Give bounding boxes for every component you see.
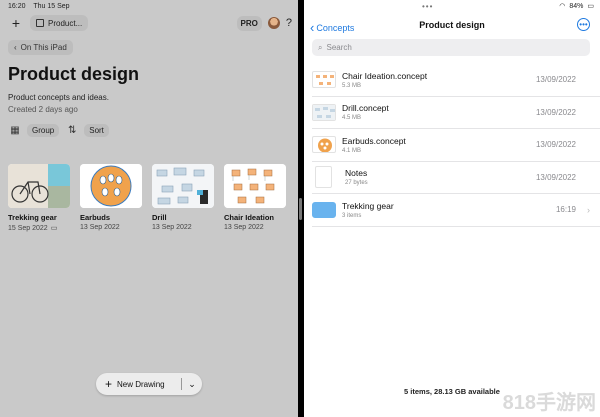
card-name: Trekking gear	[8, 213, 57, 222]
pro-button[interactable]: PRO	[236, 15, 262, 31]
folder-title: Product design	[419, 20, 485, 30]
file-date: 13/09/2022	[535, 172, 576, 182]
trekking-gear-thumbnail	[8, 164, 70, 208]
file-row[interactable]: Chair Ideation.concept 5.3 MB 13/09/2022	[312, 64, 600, 97]
folder-item-count: 3 items	[342, 212, 362, 219]
search-placeholder: Search	[326, 43, 352, 52]
document-tab[interactable]: Product...	[30, 15, 89, 31]
app-toolbar: + Product... PRO ?	[6, 14, 292, 32]
status-bar-right: ◠ 84% ▭	[559, 2, 594, 11]
file-thumbnail	[312, 103, 336, 121]
file-date: 13/09/2022	[535, 75, 576, 85]
sidebar-icon	[36, 19, 44, 27]
file-thumbnail	[312, 136, 336, 154]
project-description: Product concepts and ideas.	[8, 93, 109, 102]
grid-icon: ▦	[10, 125, 20, 136]
file-date: 13/09/2022	[535, 107, 576, 117]
search-icon: ⌕	[318, 42, 323, 52]
file-size: 5.3 MB	[342, 82, 362, 89]
sort-arrows-icon: ⇅	[68, 125, 77, 136]
folder-row[interactable]: Trekking gear 3 items 16:19 ›	[312, 194, 600, 227]
page-title: Product design	[8, 64, 140, 84]
more-options-icon[interactable]: •••	[577, 18, 590, 31]
file-row[interactable]: Notes 27 bytes 13/09/2022	[312, 162, 600, 194]
status-date: Thu 15 Sep	[33, 3, 70, 10]
file-row[interactable]: Earbuds.concept 4.1 MB 13/09/2022	[312, 129, 600, 162]
status-time: 16:20	[8, 3, 26, 10]
card-date: 13 Sep 2022	[152, 224, 192, 231]
folder-name: Trekking gear	[342, 200, 394, 211]
file-row[interactable]: Drill.concept 4.5 MB 13/09/2022	[312, 97, 600, 129]
status-bar: 16:20 Thu 15 Sep	[8, 3, 76, 10]
document-tab-label: Product...	[48, 18, 83, 28]
created-date: Created 2 days ago	[8, 105, 78, 114]
file-name: Chair Ideation.concept	[342, 70, 428, 81]
breadcrumb[interactable]: ‹ On This iPad	[8, 40, 73, 55]
drawing-card[interactable]: Chair Ideation 13 Sep 2022	[224, 164, 286, 232]
earbuds-thumbnail	[80, 164, 142, 208]
files-app-pane: ••• ◠ 84% ▭ ‹ Concepts Product design ••…	[304, 0, 600, 417]
file-name: Drill.concept	[342, 103, 389, 114]
drawing-card[interactable]: Drill 13 Sep 2022	[152, 164, 214, 232]
folder-icon	[312, 201, 336, 218]
file-date: 16:19	[555, 205, 576, 215]
new-drawing-label: New Drawing	[117, 379, 165, 389]
help-button[interactable]: ?	[286, 17, 292, 29]
battery-icon: ▭	[587, 3, 594, 10]
group-button[interactable]: ▦ Group	[8, 124, 60, 137]
card-date-text: 15 Sep 2022	[8, 224, 48, 232]
file-date: 13/09/2022	[535, 140, 576, 150]
add-icon[interactable]: +	[6, 14, 26, 32]
breadcrumb-label: On This iPad	[20, 43, 67, 52]
search-field[interactable]: ⌕ Search	[312, 39, 590, 56]
new-drawing-button[interactable]: + New Drawing ⌄	[96, 373, 202, 395]
drawing-grid: Trekking gear 15 Sep 2022 ▭ Earbuds 13 S…	[8, 164, 286, 232]
card-name: Earbuds	[80, 213, 111, 222]
file-size: 27 bytes	[345, 180, 368, 187]
folder-icon: ▭	[50, 225, 58, 232]
card-name: Drill	[152, 213, 167, 222]
chevron-down-icon[interactable]: ⌄	[182, 379, 202, 390]
wifi-icon: ◠	[559, 3, 566, 10]
card-name: Chair Ideation	[224, 213, 275, 222]
file-name: Earbuds.concept	[342, 135, 406, 146]
file-size: 4.1 MB	[342, 147, 362, 154]
concepts-app-pane: 16:20 Thu 15 Sep + Product... PRO ? ‹ On…	[0, 0, 298, 417]
sort-button[interactable]: ⇅ Sort	[65, 124, 109, 137]
document-icon	[315, 166, 332, 189]
sort-label: Sort	[84, 124, 109, 137]
drawing-card[interactable]: Earbuds 13 Sep 2022	[80, 164, 142, 232]
file-name: Notes	[345, 168, 368, 179]
toolbar-right: PRO ?	[236, 15, 292, 31]
file-size: 4.5 MB	[342, 115, 362, 122]
file-info: Chair Ideation.concept 5.3 MB	[342, 71, 536, 89]
view-controls: ▦ Group ⇅ Sort	[8, 124, 109, 137]
drawing-card[interactable]: Trekking gear 15 Sep 2022 ▭	[8, 164, 70, 232]
watermark: 818手游网	[502, 392, 596, 414]
card-date: 13 Sep 2022	[224, 224, 264, 231]
file-info: Notes 27 bytes	[345, 168, 536, 186]
file-list: Chair Ideation.concept 5.3 MB 13/09/2022…	[304, 64, 600, 227]
card-date: 15 Sep 2022 ▭	[8, 224, 70, 233]
drill-thumbnail	[152, 164, 214, 208]
group-label: Group	[27, 124, 60, 137]
split-view-handle[interactable]	[299, 198, 302, 220]
file-info: Drill.concept 4.5 MB	[342, 103, 536, 121]
file-thumbnail	[312, 71, 336, 89]
file-info: Trekking gear 3 items	[342, 201, 556, 219]
chevron-left-icon: ‹	[14, 43, 17, 52]
avatar[interactable]	[267, 17, 280, 29]
battery-percent: 84%	[569, 2, 584, 10]
card-date: 13 Sep 2022	[80, 224, 120, 231]
plus-icon: +	[105, 377, 113, 391]
file-info: Earbuds.concept 4.1 MB	[342, 136, 536, 154]
chair-ideation-thumbnail	[224, 164, 286, 208]
multitasking-dots-icon[interactable]: •••	[422, 2, 433, 11]
chevron-right-icon: ›	[587, 204, 590, 215]
